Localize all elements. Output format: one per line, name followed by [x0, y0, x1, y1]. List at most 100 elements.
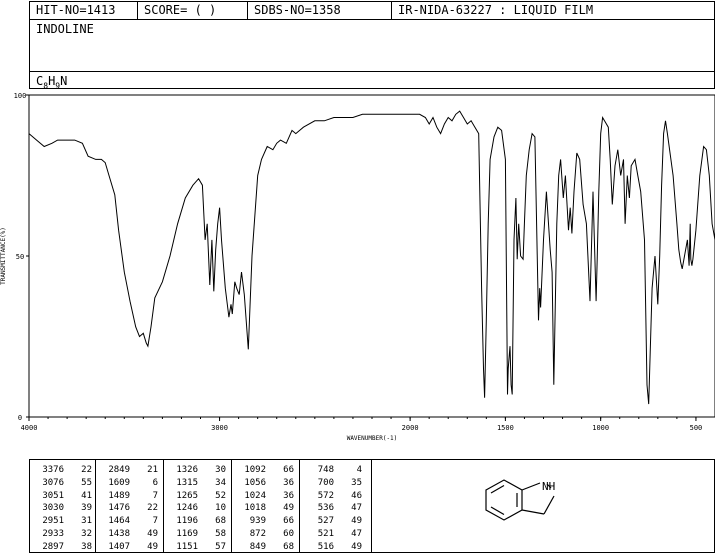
peak-row: 748 4: [300, 465, 371, 478]
y-tick-label: 0: [18, 414, 22, 422]
x-tick-label: 1000: [592, 424, 609, 432]
peak-column: 3376 22 3076 55 3051 41 3030 39 2951 31 2933 32 2897…: [30, 460, 96, 552]
peak-row: 1326 30: [164, 465, 231, 478]
peak-transmittance: 41: [81, 490, 92, 501]
spectrum-line: [28, 110, 715, 405]
peak-row: 2933 32: [30, 529, 95, 542]
peak-transmittance: 21: [147, 465, 158, 475]
peak-wavenumber: 1196: [176, 516, 198, 527]
peak-wavenumber: 521: [317, 529, 334, 539]
peak-wavenumber: 536: [317, 503, 334, 514]
peak-wavenumber: 527: [317, 516, 334, 527]
peak-row: 1476 22: [96, 503, 163, 516]
peak-transmittance: 7: [152, 490, 158, 501]
peak-wavenumber: 1151: [176, 541, 198, 552]
peak-column: 2849 21 1609 6 1489 7 1476 22 1464 7 1438 49 1407 49: [96, 460, 164, 552]
peak-transmittance: 68: [215, 516, 226, 527]
header-info-row: HIT-NO=1413 SCORE= ( ) SDBS-NO=1358 IR-N…: [30, 2, 714, 20]
y-tick-label: 50: [16, 253, 24, 261]
peak-row: 1438 49: [96, 529, 163, 542]
peak-transmittance: 58: [215, 529, 226, 539]
peak-column: 1092 66 1056 36 1024 36 1018 49 939 66 872 60 849 68: [232, 460, 300, 552]
peak-wavenumber: 3051: [42, 490, 64, 501]
peak-wavenumber: 1246: [176, 503, 198, 514]
peak-wavenumber: 3030: [42, 503, 64, 514]
peak-row: 872 60: [232, 529, 299, 542]
peak-wavenumber: 2933: [42, 529, 64, 539]
peak-wavenumber: 3376: [42, 465, 64, 475]
peak-wavenumber: 1265: [176, 490, 198, 501]
peak-transmittance: 39: [81, 503, 92, 514]
peak-wavenumber: 849: [249, 541, 266, 552]
formula-element: N: [60, 74, 68, 88]
peak-wavenumber: 1092: [244, 465, 266, 475]
peak-row: 1056 36: [232, 478, 299, 491]
peak-transmittance: 52: [215, 490, 226, 501]
peak-transmittance: 60: [283, 529, 294, 539]
peak-wavenumber: 939: [249, 516, 266, 527]
peak-transmittance: 7: [152, 516, 158, 527]
peak-transmittance: 4: [356, 465, 362, 475]
peak-transmittance: 49: [147, 529, 158, 539]
molecular-formula: C8H9N: [36, 75, 67, 90]
peak-wavenumber: 1169: [176, 529, 198, 539]
peak-row: 1464 7: [96, 516, 163, 529]
peak-wavenumber: 1326: [176, 465, 198, 475]
peak-row: 1024 36: [232, 491, 299, 504]
peak-wavenumber: 1438: [108, 529, 130, 539]
x-tick-label: 3000: [211, 424, 228, 432]
peak-transmittance: 36: [283, 477, 294, 488]
plot-frame: [28, 94, 715, 418]
peak-wavenumber: 572: [317, 490, 334, 501]
peak-transmittance: 32: [81, 529, 92, 539]
peak-transmittance: 34: [215, 477, 226, 488]
peak-row: 1018 49: [232, 503, 299, 516]
sdbs-number: SDBS-NO=1358: [248, 2, 392, 19]
peak-wavenumber: 2897: [42, 541, 64, 552]
indoline-structure: NH: [485, 479, 555, 521]
peak-transmittance: 49: [351, 516, 362, 527]
peak-row: 521 47: [300, 529, 371, 542]
peak-transmittance: 49: [351, 541, 362, 552]
peak-row: 3051 41: [30, 491, 95, 504]
peak-transmittance: 31: [81, 516, 92, 527]
peak-wavenumber: 1464: [108, 516, 130, 527]
peak-wavenumber: 1609: [108, 477, 130, 488]
x-tick-label: 2000: [402, 424, 419, 432]
compound-name: INDOLINE: [36, 22, 94, 36]
peak-transmittance: 57: [215, 541, 226, 552]
ir-identifier: IR-NIDA-63227 : LIQUID FILM: [398, 3, 594, 17]
peak-wavenumber: 1056: [244, 477, 266, 488]
peak-wavenumber: 516: [317, 541, 334, 552]
peak-row: 1265 52: [164, 491, 231, 504]
y-axis-label: TRANSMITTANCE(%): [0, 227, 7, 285]
spectrum-header: HIT-NO=1413 SCORE= ( ) SDBS-NO=1358 IR-N…: [29, 1, 715, 90]
peak-transmittance: 47: [351, 529, 362, 539]
peak-wavenumber: 872: [249, 529, 266, 539]
x-axis-label: WAVENUMBER(-1): [347, 435, 398, 442]
peak-wavenumber: 700: [317, 477, 334, 488]
peak-transmittance: 30: [215, 465, 226, 475]
peak-transmittance: 6: [152, 477, 158, 488]
peak-row: 3076 55: [30, 478, 95, 491]
peak-wavenumber: 1018: [244, 503, 266, 514]
peak-transmittance: 36: [283, 490, 294, 501]
peak-transmittance: 49: [283, 503, 294, 514]
peak-row: 939 66: [232, 516, 299, 529]
peak-row: 1489 7: [96, 491, 163, 504]
peak-transmittance: 55: [81, 477, 92, 488]
peak-transmittance: 10: [215, 503, 226, 514]
peak-wavenumber: 1315: [176, 477, 198, 488]
peak-transmittance: 66: [283, 465, 294, 475]
ir-spectrum-chart: 0 50 100 4000 3000 2000 1500 1000 500 TRANSMITT…: [0, 92, 715, 442]
peak-row: 1196 68: [164, 516, 231, 529]
peak-row: 700 35: [300, 478, 371, 491]
peak-transmittance: 47: [351, 503, 362, 514]
peak-row: 536 47: [300, 503, 371, 516]
peak-row: 527 49: [300, 516, 371, 529]
peak-wavenumber: 1476: [108, 503, 130, 514]
peak-row: 1246 10: [164, 503, 231, 516]
peak-wavenumber: 1407: [108, 541, 130, 552]
peak-transmittance: 22: [147, 503, 158, 514]
peak-transmittance: 35: [351, 477, 362, 488]
